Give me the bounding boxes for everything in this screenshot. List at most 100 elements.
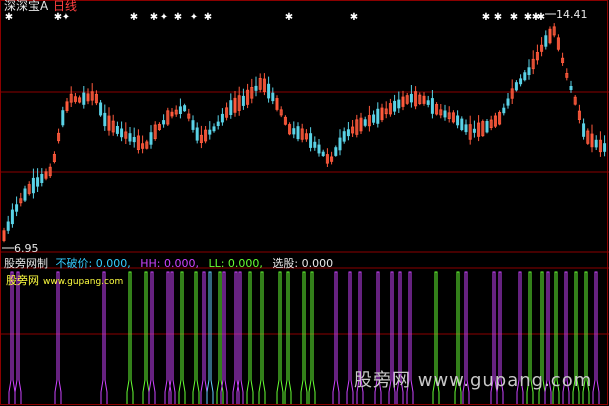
candle — [162, 120, 166, 125]
white-star-icon: ✱ — [494, 12, 502, 23]
indicator-pulse — [126, 271, 134, 404]
white-star-icon: ✱ — [5, 12, 13, 23]
indicator-pulse — [284, 271, 292, 404]
candle — [229, 100, 233, 115]
candle — [363, 119, 367, 126]
candle — [464, 124, 468, 133]
candle — [10, 209, 14, 225]
candle — [372, 114, 376, 123]
indicator-pulse — [192, 271, 200, 404]
candle — [31, 177, 35, 194]
candle — [430, 98, 434, 114]
ll-value: LL: 0.000, — [208, 257, 263, 270]
candle — [220, 113, 224, 123]
candle — [527, 67, 531, 76]
select-value: 选股: 0.000 — [272, 257, 334, 270]
white-star-icon: ✱ — [482, 12, 490, 23]
candle — [393, 100, 397, 112]
candle — [292, 128, 296, 135]
indicator-pulse — [308, 271, 316, 404]
candle — [346, 129, 350, 137]
candle — [36, 177, 40, 187]
indicator-header: 股旁网制 不破价: 0.000, HH: 0.000, LL: 0.000, 选… — [4, 257, 333, 270]
indicator-pulse — [178, 271, 186, 404]
candle — [321, 151, 325, 156]
candle — [195, 127, 199, 141]
candle — [456, 115, 460, 126]
high-price-label: 14.41 — [556, 8, 588, 21]
site-url-text: www.gupang.com — [43, 277, 124, 287]
indicator-pulse — [54, 271, 62, 404]
candle — [569, 86, 573, 90]
white-star-icon: ✱ — [204, 12, 212, 23]
candle — [115, 126, 119, 134]
candle — [472, 128, 476, 133]
site-logo-text: 股旁网 — [6, 274, 39, 287]
white-star-icon: ✦ — [190, 12, 198, 23]
candle — [460, 118, 464, 130]
candle — [132, 137, 136, 143]
candle — [582, 123, 586, 137]
candle — [120, 128, 124, 138]
candle — [267, 83, 271, 99]
indicator-pulse — [142, 271, 150, 404]
indicator-pulse — [236, 271, 244, 404]
watermark-text: 股旁网 www.gupang.com — [354, 370, 593, 391]
candle — [502, 107, 506, 114]
stock-chart-window: ✱ ✱ ✦ ✱ ✱ ✦ ✱ ✦ ✱ ✱ ✱ ✱ ✱ ✱ ✱ ✱ ✱ 深深宝A 日线 14.41 6.95 股旁网… — [0, 0, 609, 406]
candle — [426, 100, 430, 105]
indicator-pulse — [258, 271, 266, 404]
candle — [15, 204, 19, 212]
candle — [514, 82, 518, 91]
candle — [485, 121, 489, 133]
white-star-icon: ✱ — [174, 12, 182, 23]
indicator-pulse — [332, 271, 340, 404]
candle — [603, 143, 607, 152]
candle — [241, 95, 245, 106]
candle — [409, 93, 413, 103]
candle — [506, 98, 510, 106]
candle — [443, 110, 447, 118]
period-label[interactable]: 日线 — [53, 0, 77, 13]
candle — [523, 72, 527, 81]
candle — [594, 139, 598, 148]
indicator-pulse — [206, 271, 214, 404]
indicator-name[interactable]: 股旁网制 — [4, 257, 48, 270]
candle — [6, 221, 10, 231]
candle — [334, 147, 338, 156]
candle — [338, 137, 342, 151]
buy-point-value: 不破价: 0.000, — [55, 257, 131, 270]
site-logo-small: 股旁网 www.gupang.com — [6, 274, 123, 289]
indicator-pulse — [8, 271, 16, 404]
kline-chart[interactable]: ✱ ✱ ✦ ✱ ✱ ✦ ✱ ✦ ✱ ✱ ✱ ✱ ✱ ✱ ✱ ✱✱ — [0, 0, 609, 406]
candle — [183, 105, 187, 112]
indicator-pulse — [276, 271, 284, 404]
candle — [61, 110, 65, 126]
candle — [397, 99, 401, 109]
candle — [519, 78, 523, 85]
candle — [149, 132, 153, 145]
indicator-pulse — [592, 271, 600, 404]
candle — [40, 174, 44, 183]
candle — [296, 126, 300, 140]
candle — [309, 133, 313, 148]
candle — [271, 92, 275, 102]
candle — [212, 126, 216, 132]
white-star-icon: ✦ — [160, 12, 168, 23]
candle — [128, 133, 132, 142]
stock-name: 深深宝A — [4, 0, 49, 13]
indicator-pulse — [148, 271, 156, 404]
chart-frame — [0, 0, 608, 405]
low-price-label: 6.95 — [14, 242, 39, 255]
candle — [191, 120, 195, 130]
indicator-pulse — [246, 271, 254, 404]
white-star-icon: ✱ — [510, 12, 518, 23]
candle — [544, 35, 548, 47]
white-star-icon: ✱ — [150, 12, 158, 23]
candle — [342, 131, 346, 142]
candle — [216, 121, 220, 126]
candle — [99, 102, 103, 116]
indicator-pulse — [100, 271, 108, 404]
indicator-pulse — [346, 271, 354, 404]
candle — [313, 141, 317, 148]
